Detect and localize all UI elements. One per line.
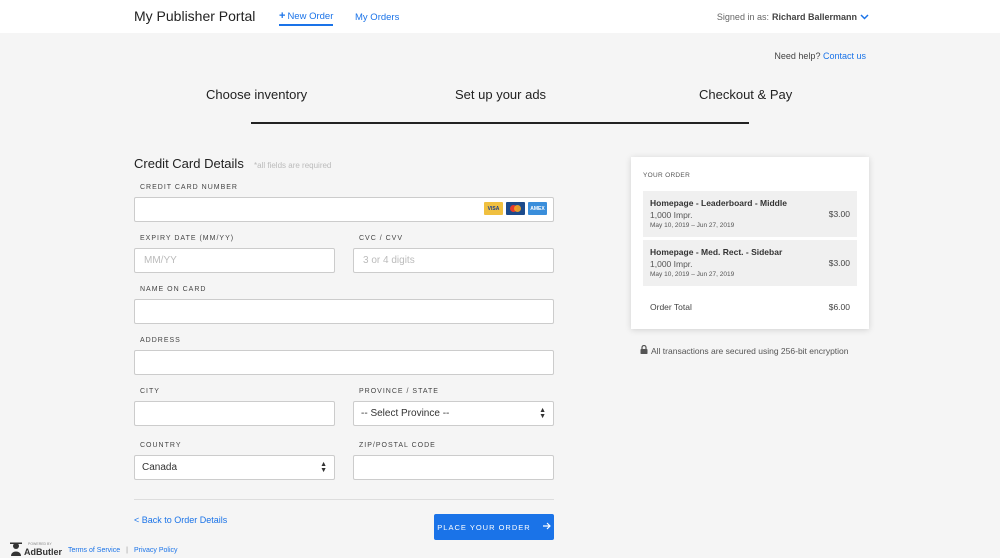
plus-icon: +: [279, 10, 286, 22]
back-to-order-details-link[interactable]: < Back to Order Details: [134, 515, 227, 525]
order-summary: YOUR ORDER Homepage - Leaderboard - Midd…: [631, 157, 869, 329]
user-name: Richard Ballermann: [771, 12, 857, 22]
order-item-price: $3.00: [828, 209, 850, 219]
terms-link[interactable]: Terms of Service: [68, 547, 120, 554]
order-item-dates: May 10, 2019 – Jun 27, 2019: [650, 271, 735, 278]
province-value: -- Select Province --: [361, 408, 450, 419]
order-summary-title: YOUR ORDER: [643, 172, 691, 179]
city-input[interactable]: [134, 401, 335, 426]
zip-input[interactable]: [353, 455, 554, 480]
expiry-label: EXPIRY DATE (MM/YY): [140, 235, 235, 242]
powered-by-text: POWERED BY: [28, 542, 52, 546]
place-order-button[interactable]: PLACE YOUR ORDER: [434, 514, 554, 540]
select-arrows-icon: ▲ ▼: [539, 406, 546, 420]
footer-separator: |: [126, 546, 128, 554]
signed-in-prefix: Signed in as:: [716, 12, 769, 22]
order-item-dates: May 10, 2019 – Jun 27, 2019: [650, 222, 735, 229]
card-number-label: CREDIT CARD NUMBER: [140, 184, 238, 191]
logo-text: AdButler: [24, 546, 62, 557]
form-divider: [134, 499, 554, 500]
order-item-price: $3.00: [828, 258, 850, 268]
order-item-name: Homepage - Med. Rect. - Sidebar: [650, 247, 783, 257]
zip-label: ZIP/POSTAL CODE: [359, 442, 436, 449]
order-item-name: Homepage - Leaderboard - Middle: [650, 198, 787, 208]
place-order-label: PLACE YOUR ORDER: [437, 522, 531, 532]
mastercard-icon: [506, 202, 525, 215]
cvc-label: CVC / CVV: [359, 235, 404, 242]
footer: POWERED BY AdButler Terms of Service | P…: [10, 542, 178, 558]
user-menu[interactable]: Signed in as: Richard Ballermann: [717, 12, 869, 22]
order-total-value: $6.00: [828, 302, 850, 312]
country-value: Canada: [142, 462, 178, 473]
butler-icon: [10, 542, 22, 558]
order-item-impressions: 1,000 Impr.: [650, 210, 693, 220]
expiry-input[interactable]: MM/YY: [134, 248, 335, 273]
step-choose-inventory[interactable]: Choose inventory: [206, 87, 307, 102]
step-checkout-pay[interactable]: Checkout & Pay: [699, 87, 792, 102]
order-item: Homepage - Med. Rect. - Sidebar 1,000 Im…: [643, 240, 857, 286]
cvc-input[interactable]: 3 or 4 digits: [353, 248, 554, 273]
order-item-impressions: 1,000 Impr.: [650, 259, 693, 269]
name-on-card-input[interactable]: [134, 299, 554, 324]
form-title: Credit Card Details: [134, 156, 244, 171]
order-item: Homepage - Leaderboard - Middle 1,000 Im…: [643, 191, 857, 237]
help-line: Need help? Contact us: [774, 51, 866, 61]
security-note: All transactions are secured using 256-b…: [640, 344, 849, 356]
checkout-steps: Choose inventory Set up your ads Checkou…: [134, 87, 866, 127]
nav-my-orders[interactable]: My Orders: [355, 12, 399, 23]
province-select[interactable]: -- Select Province -- ▲ ▼: [353, 401, 554, 426]
lock-icon: [640, 344, 648, 356]
help-text: Need help?: [774, 51, 821, 61]
nav-new-order[interactable]: + New Order: [279, 10, 334, 26]
address-label: ADDRESS: [140, 337, 181, 344]
province-label: PROVINCE / STATE: [359, 388, 439, 395]
visa-icon: VISA: [484, 202, 503, 215]
step-set-up-ads[interactable]: Set up your ads: [455, 87, 546, 102]
city-label: CITY: [140, 388, 160, 395]
nav-new-order-label: New Order: [287, 11, 334, 22]
arrow-right-icon: [542, 522, 551, 532]
step-progress-line: [251, 122, 749, 124]
chevron-down-icon: [860, 12, 869, 22]
country-label: COUNTRY: [140, 442, 182, 449]
select-arrows-icon: ▲ ▼: [320, 460, 327, 474]
address-input[interactable]: [134, 350, 554, 375]
top-bar: My Publisher Portal + New Order My Order…: [0, 0, 1000, 33]
brand-title: My Publisher Portal: [134, 8, 256, 24]
contact-us-link[interactable]: Contact us: [823, 51, 866, 61]
privacy-link[interactable]: Privacy Policy: [134, 547, 178, 554]
required-note: *all fields are required: [254, 161, 332, 170]
name-on-card-label: NAME ON CARD: [140, 286, 207, 293]
security-note-text: All transactions are secured using 256-b…: [651, 345, 849, 356]
amex-icon: AMEX: [528, 202, 547, 215]
order-total-label: Order Total: [650, 302, 692, 312]
card-brands: VISA AMEX: [484, 202, 547, 215]
country-select[interactable]: Canada ▲ ▼: [134, 455, 335, 480]
adbutler-logo[interactable]: POWERED BY AdButler: [10, 542, 62, 558]
card-number-input[interactable]: VISA AMEX: [134, 197, 554, 222]
